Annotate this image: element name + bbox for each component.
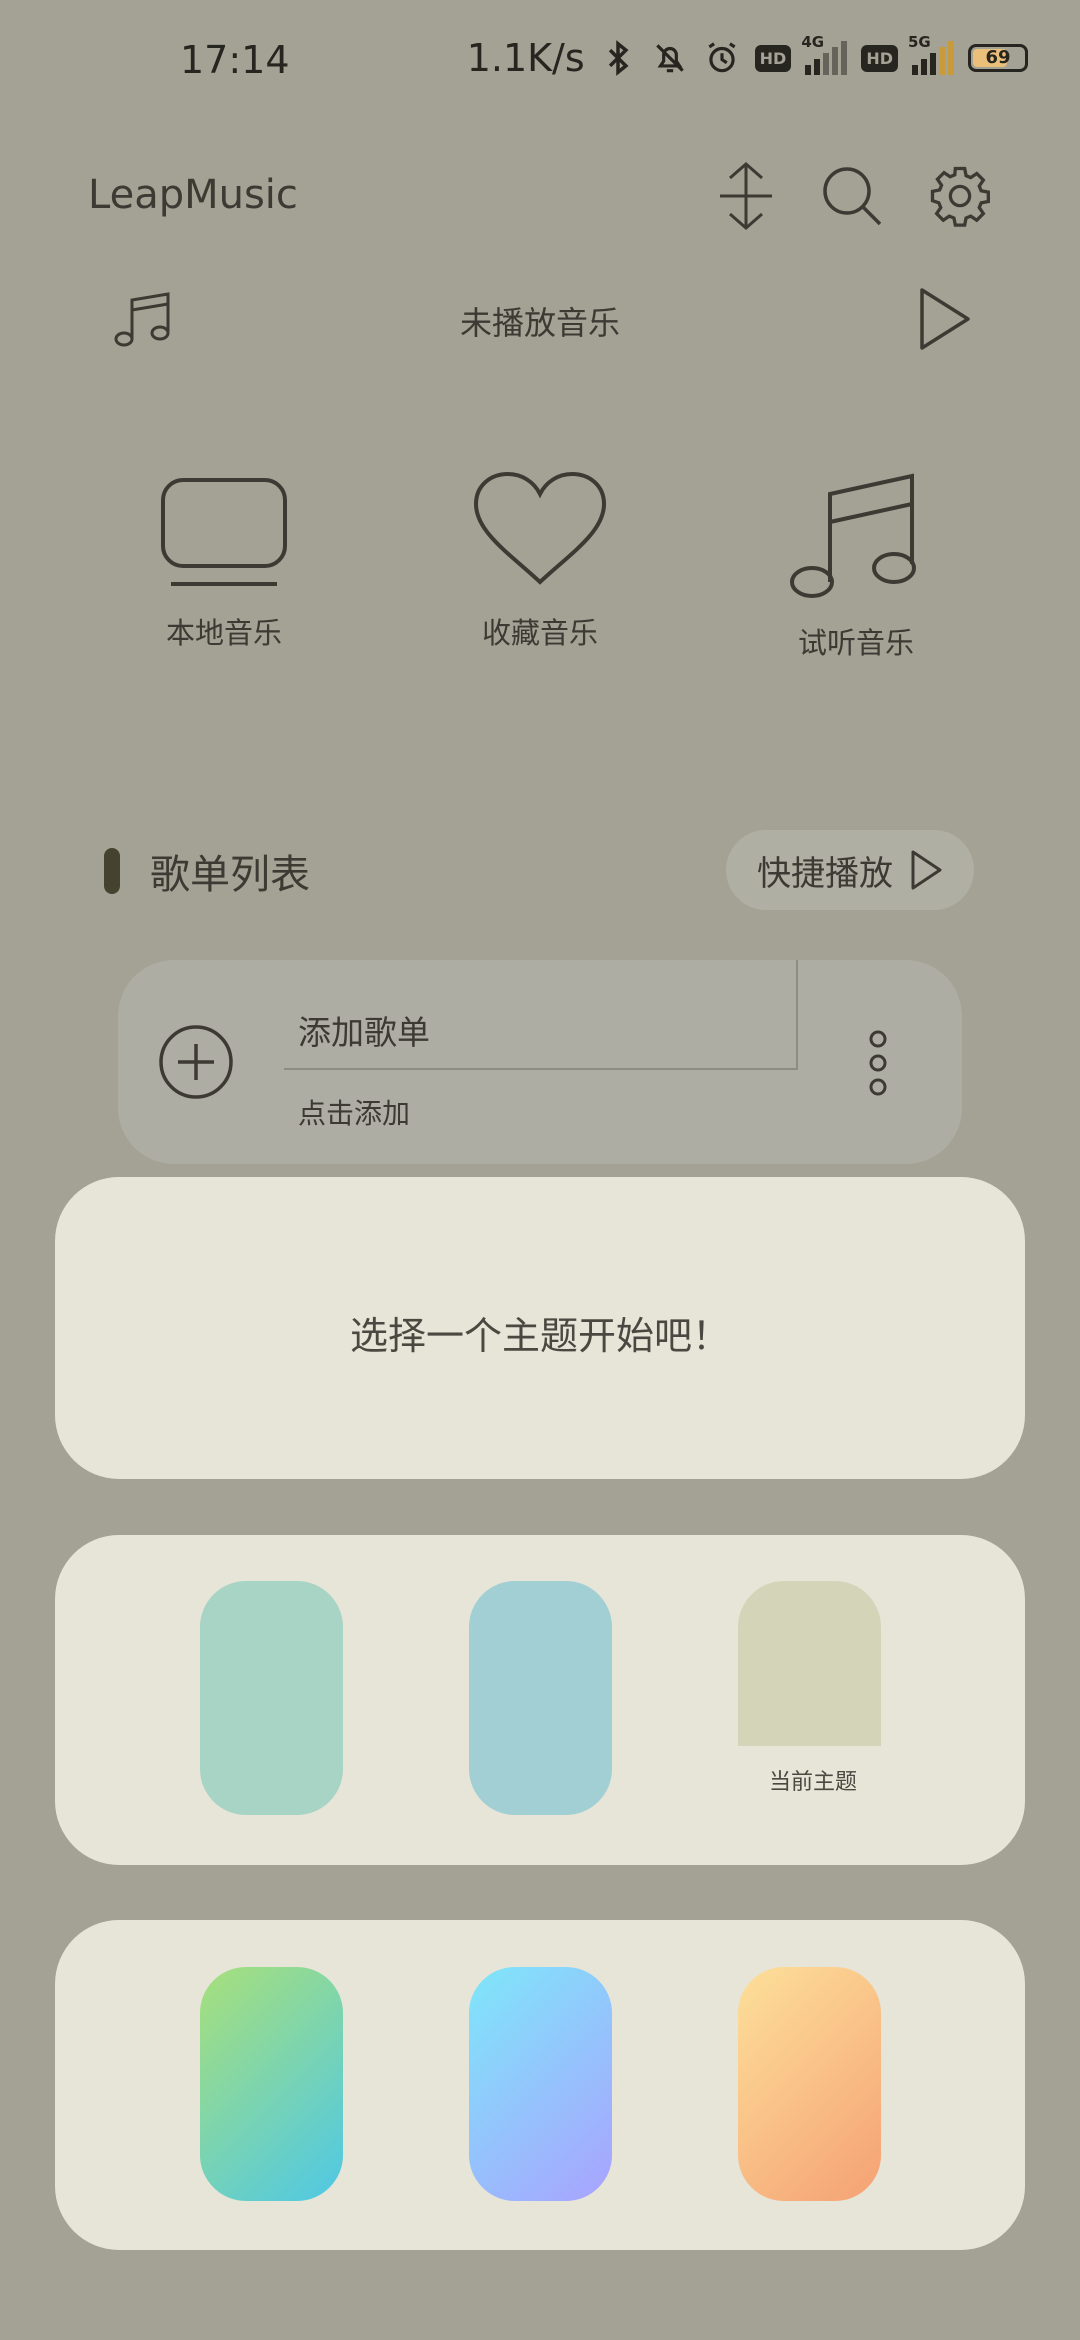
net-speed: 1.1K/s (466, 36, 585, 80)
heart-icon (473, 471, 607, 585)
current-theme-label: 当前主题 (768, 1770, 857, 1795)
quick-play-button[interactable]: 快捷播放 (726, 830, 974, 910)
gear-icon (930, 166, 990, 227)
settings-button[interactable] (924, 160, 996, 232)
signal-4g-icon: 4G (801, 33, 848, 75)
search-button[interactable] (816, 160, 888, 232)
theme-swatch-green-blue[interactable] (200, 1967, 343, 2201)
category-label: 本地音乐 (165, 616, 282, 650)
status-icons: 1.1K/s HD 4G HD 5G 69 (466, 33, 1028, 80)
music-notes-icon (790, 473, 916, 598)
sim1-tag: 4G (801, 33, 825, 51)
hd-icon-2: HD (861, 44, 898, 72)
theme-swatch-teal[interactable] (469, 1581, 612, 1815)
battery-icon: 69 (968, 44, 1028, 72)
category-trial-music[interactable]: 试听音乐 (746, 470, 966, 662)
category-favorite-music[interactable]: 收藏音乐 (430, 470, 650, 652)
sim2-tag: 5G (908, 33, 931, 51)
theme-swatch-current[interactable] (738, 1581, 881, 1746)
playlist-section-title: 歌单列表 (150, 852, 310, 898)
add-playlist-subtitle: 点击添加 (298, 1097, 411, 1130)
play-icon[interactable] (910, 286, 976, 352)
category-local-music[interactable]: 本地音乐 (114, 470, 334, 652)
theme-swatch-cyan-purple[interactable] (469, 1967, 612, 2201)
theme-swatch-mint[interactable] (200, 1581, 343, 1815)
app-title: LeapMusic (88, 172, 298, 218)
monitor-icon (161, 478, 287, 586)
alarm-icon (708, 42, 736, 73)
category-label: 试听音乐 (797, 626, 914, 660)
category-label: 收藏音乐 (481, 616, 598, 650)
bell-off-icon (655, 44, 684, 73)
status-time: 17:14 (180, 38, 290, 82)
divider (284, 1068, 798, 1070)
play-icon (911, 850, 942, 890)
quick-play-label: 快捷播放 (757, 853, 893, 894)
search-icon (823, 167, 882, 226)
signal-5g-icon: 5G (908, 33, 954, 75)
divider (796, 960, 798, 1070)
more-vertical-icon[interactable] (866, 1030, 890, 1096)
add-playlist-title: 添加歌单 (298, 1013, 430, 1052)
theme-prompt-text: 选择一个主题开始吧！ (349, 1314, 730, 1358)
battery-level: 69 (985, 47, 1011, 68)
sort-icon (720, 162, 772, 230)
theme-swatch-yellow-orange[interactable] (738, 1967, 881, 2201)
bluetooth-icon (608, 40, 629, 76)
hd-icon: HD (754, 44, 792, 72)
add-playlist-card[interactable] (118, 960, 962, 1164)
section-indicator (104, 848, 120, 894)
plus-circle-icon[interactable] (158, 1024, 234, 1100)
sort-button[interactable] (710, 160, 782, 232)
